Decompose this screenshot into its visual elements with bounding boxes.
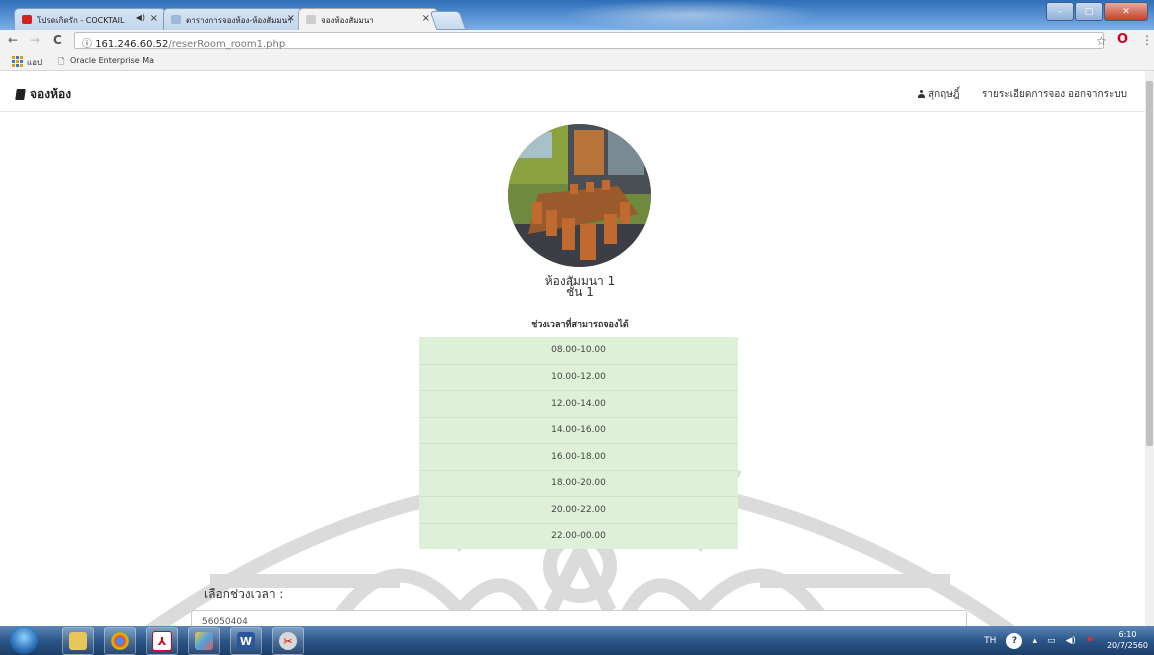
slot-row[interactable]: 10.00-12.00 bbox=[419, 363, 738, 391]
chrome-icon bbox=[111, 632, 129, 650]
nav-logout[interactable]: ออกจากระบบ bbox=[1068, 87, 1127, 102]
nav-user-label: สุกฤษฎิ์ bbox=[928, 89, 960, 100]
folder-icon bbox=[69, 632, 87, 650]
bookmarks-bar: แอป 🗋 Oracle Enterprise Ma bbox=[0, 52, 1154, 71]
taskbar-chrome[interactable] bbox=[104, 627, 136, 655]
available-slots-title: ช่วงเวลาที่สามารถจองได้ bbox=[531, 320, 629, 330]
address-bar[interactable]: ⓘ 161.246.60.52/reserRoom_room1.php bbox=[74, 32, 1104, 50]
select-time-label: เลือกช่วงเวลา : bbox=[204, 587, 284, 601]
speaker-icon[interactable]: ◀) bbox=[136, 13, 145, 22]
back-arrow-icon[interactable]: ← bbox=[8, 33, 18, 47]
room-name: ห้องสัมมนา 1 ชั้น 1 bbox=[430, 275, 730, 299]
taskbar-acrobat[interactable]: ⅄ bbox=[146, 627, 178, 655]
windows-taskbar: ⅄ W ✂ TH ? ▴ ▭ ◀) ⚑ 6:10 20/7/2560 bbox=[0, 626, 1154, 655]
brand-text: จองห้อง bbox=[30, 87, 72, 101]
word-icon: W bbox=[237, 632, 255, 650]
brand-link[interactable]: จองห้อง bbox=[15, 85, 72, 104]
browser-toolbar: ← → C ⓘ 161.246.60.52/reserRoom_room1.ph… bbox=[0, 30, 1154, 52]
room-floor: ชั้น 1 bbox=[566, 285, 594, 299]
close-icon[interactable]: × bbox=[422, 13, 430, 24]
close-icon[interactable]: × bbox=[287, 13, 295, 24]
paint-icon bbox=[195, 632, 213, 650]
maximize-button[interactable]: □ bbox=[1075, 2, 1103, 21]
taskbar-clock[interactable]: 6:10 20/7/2560 bbox=[1107, 629, 1148, 651]
scissors-icon: ✂ bbox=[279, 632, 297, 650]
opera-extension-icon[interactable]: O bbox=[1117, 32, 1128, 47]
network-icon[interactable]: ▭ bbox=[1047, 636, 1056, 646]
forward-arrow-icon[interactable]: → bbox=[30, 33, 40, 47]
help-icon[interactable]: ? bbox=[1006, 633, 1023, 649]
slot-row[interactable]: 22.00-00.00 bbox=[419, 522, 738, 550]
slot-row[interactable]: 18.00-20.00 bbox=[419, 469, 738, 497]
available-slots-table: 08.00-10.00 10.00-12.00 12.00-14.00 14.0… bbox=[419, 337, 738, 549]
room-photo bbox=[508, 124, 651, 267]
taskbar-word[interactable]: W bbox=[230, 627, 262, 655]
clock-time: 6:10 bbox=[1118, 630, 1137, 639]
tab-title: จองห้องสัมมนา bbox=[321, 16, 374, 25]
url-path: /reserRoom_room1.php bbox=[168, 39, 286, 50]
minimize-button[interactable]: – bbox=[1046, 2, 1074, 21]
action-center-flag-icon[interactable]: ⚑ bbox=[1086, 636, 1094, 646]
youtube-icon bbox=[22, 15, 32, 24]
nav-user[interactable]: สุกฤษฎิ์ bbox=[918, 87, 960, 102]
site-navbar: จองห้อง สุกฤษฎิ์ รายระเอียดการจอง ออกจาก… bbox=[0, 71, 1150, 112]
slot-row[interactable]: 16.00-18.00 bbox=[419, 443, 738, 470]
page-icon: 🗋 bbox=[58, 57, 65, 66]
time-select-field[interactable]: 56050404 bbox=[191, 610, 967, 626]
url-host: 161.246.60.52 bbox=[95, 39, 169, 50]
close-window-button[interactable]: ✕ bbox=[1104, 2, 1148, 21]
bookmark-oracle[interactable]: Oracle Enterprise Ma bbox=[70, 56, 154, 65]
window-controls: – □ ✕ bbox=[1046, 2, 1148, 21]
menu-dots-icon[interactable]: ⋮ bbox=[1141, 33, 1153, 47]
page-icon bbox=[306, 15, 316, 24]
user-icon bbox=[918, 90, 925, 98]
taskbar-paint[interactable] bbox=[188, 627, 220, 655]
page-scrollbar[interactable] bbox=[1145, 71, 1154, 626]
language-indicator[interactable]: TH bbox=[984, 636, 996, 646]
browser-tabstrip: โปรดเกิดรัก - COCKTAIL ◀) × ตารางการจองห… bbox=[0, 0, 1154, 30]
taskbar-snipping[interactable]: ✂ bbox=[272, 627, 304, 655]
bookmark-apps[interactable]: แอป bbox=[27, 56, 42, 69]
clock-date: 20/7/2560 bbox=[1106, 641, 1148, 650]
pdf-icon: ⅄ bbox=[152, 631, 172, 651]
page-content: จองห้อง สุกฤษฎิ์ รายระเอียดการจอง ออกจาก… bbox=[0, 71, 1154, 626]
new-tab-button[interactable] bbox=[429, 11, 467, 30]
scrollbar-thumb[interactable] bbox=[1146, 81, 1153, 446]
slot-row[interactable]: 08.00-10.00 bbox=[419, 337, 738, 364]
browser-tab-reserve[interactable]: จองห้องสัมมนา × bbox=[298, 8, 438, 30]
bookmark-star-icon[interactable]: ☆ bbox=[1096, 34, 1107, 48]
browser-tab-youtube[interactable]: โปรดเกิดรัก - COCKTAIL ◀) × bbox=[14, 8, 166, 30]
reload-icon[interactable]: C bbox=[53, 33, 62, 47]
taskbar-explorer[interactable] bbox=[62, 627, 94, 655]
tabstrip-glow bbox=[560, 0, 820, 30]
nav-reservation-details[interactable]: รายระเอียดการจอง bbox=[982, 87, 1065, 102]
tab-title: โปรดเกิดรัก - COCKTAIL bbox=[37, 16, 125, 25]
info-icon[interactable]: ⓘ bbox=[82, 39, 92, 50]
volume-icon[interactable]: ◀) bbox=[1065, 636, 1075, 646]
system-tray: TH ? ▴ ▭ ◀) ⚑ bbox=[984, 633, 1094, 649]
slot-row[interactable]: 20.00-22.00 bbox=[419, 496, 738, 523]
slot-row[interactable]: 14.00-16.00 bbox=[419, 416, 738, 444]
close-icon[interactable]: × bbox=[150, 13, 158, 24]
slot-row[interactable]: 12.00-14.00 bbox=[419, 390, 738, 417]
start-button[interactable] bbox=[10, 626, 38, 654]
book-icon bbox=[15, 89, 26, 100]
apps-grid-icon[interactable] bbox=[12, 56, 23, 67]
tab-title: ตารางการจองห้อง-ห้องสัมมนา bbox=[186, 16, 292, 25]
browser-tab-schedule[interactable]: ตารางการจองห้อง-ห้องสัมมนา × bbox=[163, 8, 303, 30]
show-hidden-icons-icon[interactable]: ▴ bbox=[1032, 636, 1037, 646]
page-icon bbox=[171, 15, 181, 24]
